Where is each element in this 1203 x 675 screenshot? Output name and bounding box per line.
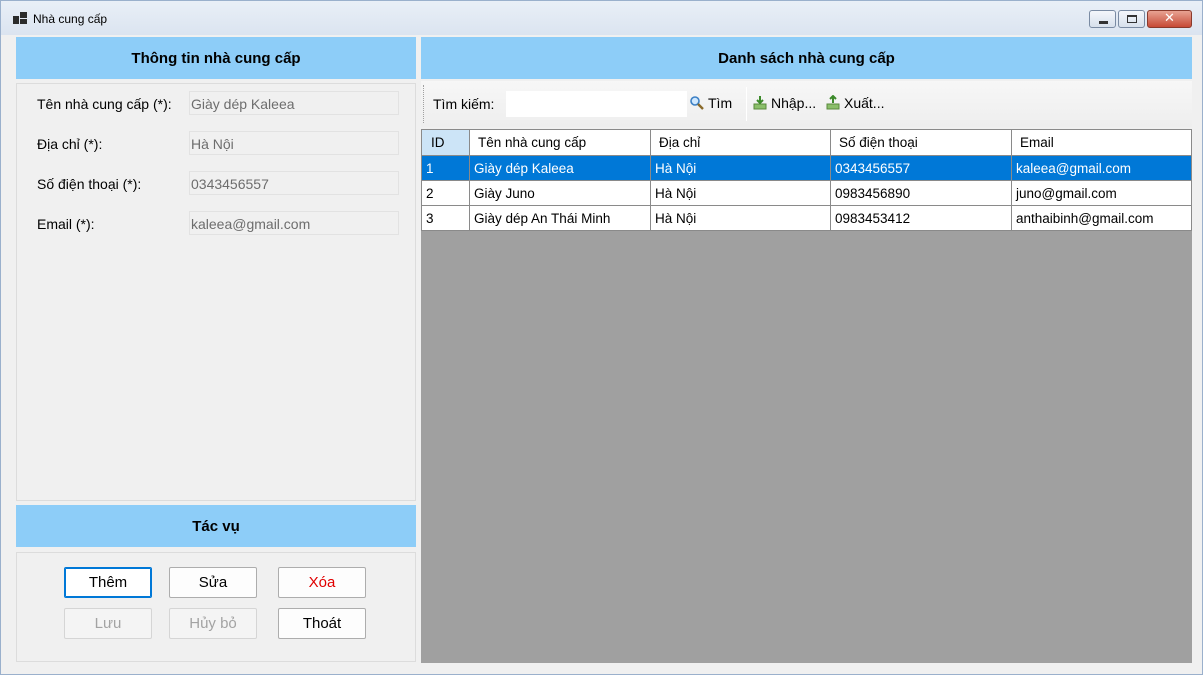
export-label: Xuất... bbox=[844, 95, 885, 111]
search-input[interactable] bbox=[506, 91, 687, 117]
cell-phone[interactable]: 0343456557 bbox=[830, 155, 1012, 181]
info-panel: Tên nhà cung cấp (*): Địa chỉ (*): Số đi… bbox=[16, 83, 416, 501]
list-panel-header: Danh sách nhà cung cấp bbox=[421, 37, 1192, 79]
import-button[interactable]: Nhập... bbox=[752, 95, 816, 111]
import-icon bbox=[752, 95, 768, 111]
supplier-table: ID Tên nhà cung cấp Địa chỉ Số điện thoạ… bbox=[421, 129, 1192, 231]
table-row[interactable]: 1 Giày dép Kaleea Hà Nội 0343456557 kale… bbox=[421, 155, 1192, 181]
supplier-name-label: Tên nhà cung cấp (*): bbox=[37, 96, 172, 112]
delete-button[interactable]: Xóa bbox=[278, 567, 366, 598]
minimize-icon bbox=[1099, 21, 1108, 24]
table-header-row: ID Tên nhà cung cấp Địa chỉ Số điện thoạ… bbox=[421, 129, 1192, 156]
email-label: Email (*): bbox=[37, 216, 95, 232]
cell-name[interactable]: Giày dép An Thái Minh bbox=[469, 205, 651, 231]
close-button[interactable]: ✕ bbox=[1147, 10, 1192, 28]
list-panel: Tìm kiếm: Tìm Nhập... Xuất... ID Tên nhà… bbox=[421, 81, 1192, 663]
export-button[interactable]: Xuất... bbox=[825, 94, 885, 111]
magnifier-icon bbox=[689, 95, 705, 111]
phone-label: Số điện thoại (*): bbox=[37, 176, 142, 192]
address-field[interactable] bbox=[189, 131, 399, 155]
cell-address[interactable]: Hà Nội bbox=[650, 180, 831, 206]
maximize-button[interactable] bbox=[1118, 10, 1145, 28]
cell-phone[interactable]: 0983456890 bbox=[830, 180, 1012, 206]
cell-name[interactable]: Giày Juno bbox=[469, 180, 651, 206]
cell-address[interactable]: Hà Nội bbox=[650, 155, 831, 181]
export-icon bbox=[825, 94, 841, 111]
cell-name[interactable]: Giày dép Kaleea bbox=[469, 155, 651, 181]
import-label: Nhập... bbox=[771, 95, 817, 111]
toolbar-separator bbox=[746, 87, 747, 121]
cell-email[interactable]: juno@gmail.com bbox=[1011, 180, 1192, 206]
cell-phone[interactable]: 0983453412 bbox=[830, 205, 1012, 231]
cell-id[interactable]: 3 bbox=[421, 205, 470, 231]
supplier-grid: ID Tên nhà cung cấp Địa chỉ Số điện thoạ… bbox=[421, 129, 1192, 663]
toolbar: Tìm kiếm: Tìm Nhập... Xuất... bbox=[421, 81, 1192, 127]
info-panel-header: Thông tin nhà cung cấp bbox=[16, 37, 416, 79]
find-button[interactable]: Tìm bbox=[689, 95, 732, 111]
supplier-window: Nhà cung cấp ✕ Thông tin nhà cung cấp Tê… bbox=[0, 0, 1203, 675]
minimize-button[interactable] bbox=[1089, 10, 1116, 28]
add-button[interactable]: Thêm bbox=[64, 567, 152, 598]
column-header-phone[interactable]: Số điện thoại bbox=[830, 129, 1012, 156]
table-row[interactable]: 2 Giày Juno Hà Nội 0983456890 juno@gmail… bbox=[421, 180, 1192, 206]
close-icon: ✕ bbox=[1164, 11, 1175, 26]
restore-icon bbox=[1127, 15, 1137, 23]
cell-address[interactable]: Hà Nội bbox=[650, 205, 831, 231]
save-button[interactable]: Lưu bbox=[64, 608, 152, 639]
find-label: Tìm bbox=[708, 95, 733, 111]
cell-id[interactable]: 2 bbox=[421, 180, 470, 206]
cell-email[interactable]: kaleea@gmail.com bbox=[1011, 155, 1192, 181]
search-label: Tìm kiếm: bbox=[433, 96, 495, 112]
exit-button[interactable]: Thoát bbox=[278, 608, 366, 639]
address-label: Địa chỉ (*): bbox=[37, 136, 103, 152]
actions-panel-header: Tác vụ bbox=[16, 505, 416, 547]
edit-button[interactable]: Sửa bbox=[169, 567, 257, 598]
cell-id[interactable]: 1 bbox=[421, 155, 470, 181]
window-title: Nhà cung cấp bbox=[33, 12, 108, 26]
table-row[interactable]: 3 Giày dép An Thái Minh Hà Nội 098345341… bbox=[421, 205, 1192, 231]
cancel-button[interactable]: Hủy bỏ bbox=[169, 608, 257, 639]
phone-field[interactable] bbox=[189, 171, 399, 195]
email-field[interactable] bbox=[189, 211, 399, 235]
column-header-id[interactable]: ID bbox=[421, 129, 470, 156]
supplier-name-field[interactable] bbox=[189, 91, 399, 115]
toolbar-grip[interactable] bbox=[423, 85, 426, 123]
column-header-email[interactable]: Email bbox=[1011, 129, 1192, 156]
actions-panel: Thêm Sửa Xóa Lưu Hủy bỏ Thoát bbox=[16, 552, 416, 662]
column-header-name[interactable]: Tên nhà cung cấp bbox=[469, 129, 651, 156]
cell-email[interactable]: anthaibinh@gmail.com bbox=[1011, 205, 1192, 231]
title-bar[interactable]: Nhà cung cấp ✕ bbox=[1, 1, 1202, 35]
column-header-address[interactable]: Địa chỉ bbox=[650, 129, 831, 156]
window-app-icon bbox=[13, 12, 27, 24]
